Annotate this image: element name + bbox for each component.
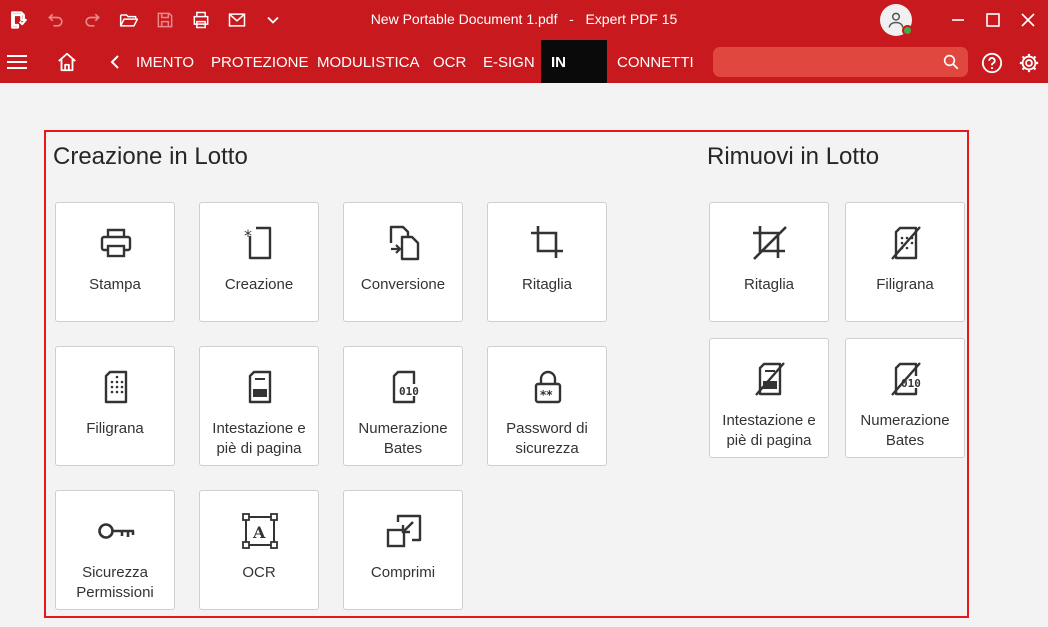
key-icon [96,511,136,551]
batch-bates-button[interactable]: 010 Numerazione Bates [343,346,463,466]
help-icon[interactable] [981,52,1003,74]
card-label: Conversione [360,276,446,293]
batch-crop-button[interactable]: Ritaglia [487,202,607,322]
maximize-icon [986,13,1000,27]
tab-connetti[interactable]: CONNETTI [617,40,694,83]
batch-remove-title: Rimuovi in Lotto [707,143,880,170]
tab-modulistica[interactable]: MODULISTICA [317,40,420,83]
card-label: Comprimi [370,564,436,581]
remove-bates-icon: 010 [886,359,926,399]
compress-icon [384,511,424,551]
document-name: New Portable Document 1.pdf [370,11,558,27]
svg-text:A: A [252,523,266,542]
header-footer-icon [240,367,280,407]
lock-icon: ** [528,367,568,407]
maximize-button[interactable] [979,6,1007,34]
tab-protezione[interactable]: PROTEZIONE [211,40,309,83]
watermark-icon [96,367,136,407]
batch-ocr-button[interactable]: A OCR [199,490,319,610]
card-label: Sicurezza Permissioni [76,564,154,601]
tab-imento[interactable]: IMENTO [136,40,194,83]
tab-in[interactable]: IN [541,40,607,83]
settings-gear-icon[interactable] [1018,52,1040,74]
batch-password-button[interactable]: ** Password di sicurezza [487,346,607,466]
card-label: Ritaglia [521,276,573,293]
bates-numbering-icon: 010 [384,367,424,407]
printer-icon [96,223,136,263]
card-label: Intestazione e piè di pagina [212,420,306,457]
batch-compress-button[interactable]: Comprimi [343,490,463,610]
batch-remove-bates-button[interactable]: 010 Numerazione Bates [845,338,965,458]
batch-remove-crop-button[interactable]: Ritaglia [709,202,829,322]
batch-convert-button[interactable]: Conversione [343,202,463,322]
card-label: OCR [242,564,276,581]
card-label: Stampa [89,276,141,293]
online-status-dot [902,25,913,36]
batch-create-title: Creazione in Lotto [53,143,248,170]
card-label: Ritaglia [743,276,795,293]
card-label: Password di sicurezza [506,420,588,457]
close-button[interactable] [1014,6,1042,34]
tab-ocr[interactable]: OCR [433,40,466,83]
product-name: Expert PDF 15 [585,11,678,27]
scroll-tabs-left-icon[interactable] [108,54,124,70]
minimize-icon [952,19,964,21]
card-label: Intestazione e piè di pagina [722,412,816,449]
tab-e-sign[interactable]: E-SIGN [483,40,535,83]
remove-crop-icon [750,223,790,263]
card-label: Filigrana [86,420,144,437]
card-label: Numerazione Bates [860,412,950,449]
ribbon-tab-bar: IMENTO PROTEZIONE MODULISTICA OCR E-SIGN… [0,40,1048,83]
search-icon[interactable] [942,53,960,71]
batch-security-permissions-button[interactable]: Sicurezza Permissioni [55,490,175,610]
menu-icon[interactable] [6,52,28,72]
remove-watermark-icon [886,223,926,263]
batch-header-footer-button[interactable]: Intestazione e piè di pagina [199,346,319,466]
minimize-button[interactable] [944,6,972,34]
close-icon [1021,13,1035,27]
svg-text:010: 010 [901,377,921,390]
user-avatar[interactable] [880,4,913,36]
batch-remove-watermark-button[interactable]: Filigrana [845,202,965,322]
convert-icon [384,223,424,263]
batch-remove-header-footer-button[interactable]: Intestazione e piè di pagina [709,338,829,458]
batch-print-button[interactable]: Stampa [55,202,175,322]
crop-icon [528,223,568,263]
svg-text:010: 010 [399,385,419,398]
search-box[interactable] [713,47,968,77]
batch-watermark-button[interactable]: Filigrana [55,346,175,466]
search-input[interactable] [721,51,931,73]
create-document-icon: * [240,223,280,263]
card-label: Creazione [224,276,294,293]
svg-text:**: ** [540,388,553,402]
remove-header-footer-icon [750,359,790,399]
home-icon[interactable] [56,51,78,73]
card-label: Filigrana [876,276,934,293]
svg-text:*: * [244,226,252,245]
batch-create-button[interactable]: * Creazione [199,202,319,322]
ocr-icon: A [240,511,280,551]
title-bar: New Portable Document 1.pdf - Expert PDF… [0,0,1048,40]
card-label: Numerazione Bates [358,420,448,457]
